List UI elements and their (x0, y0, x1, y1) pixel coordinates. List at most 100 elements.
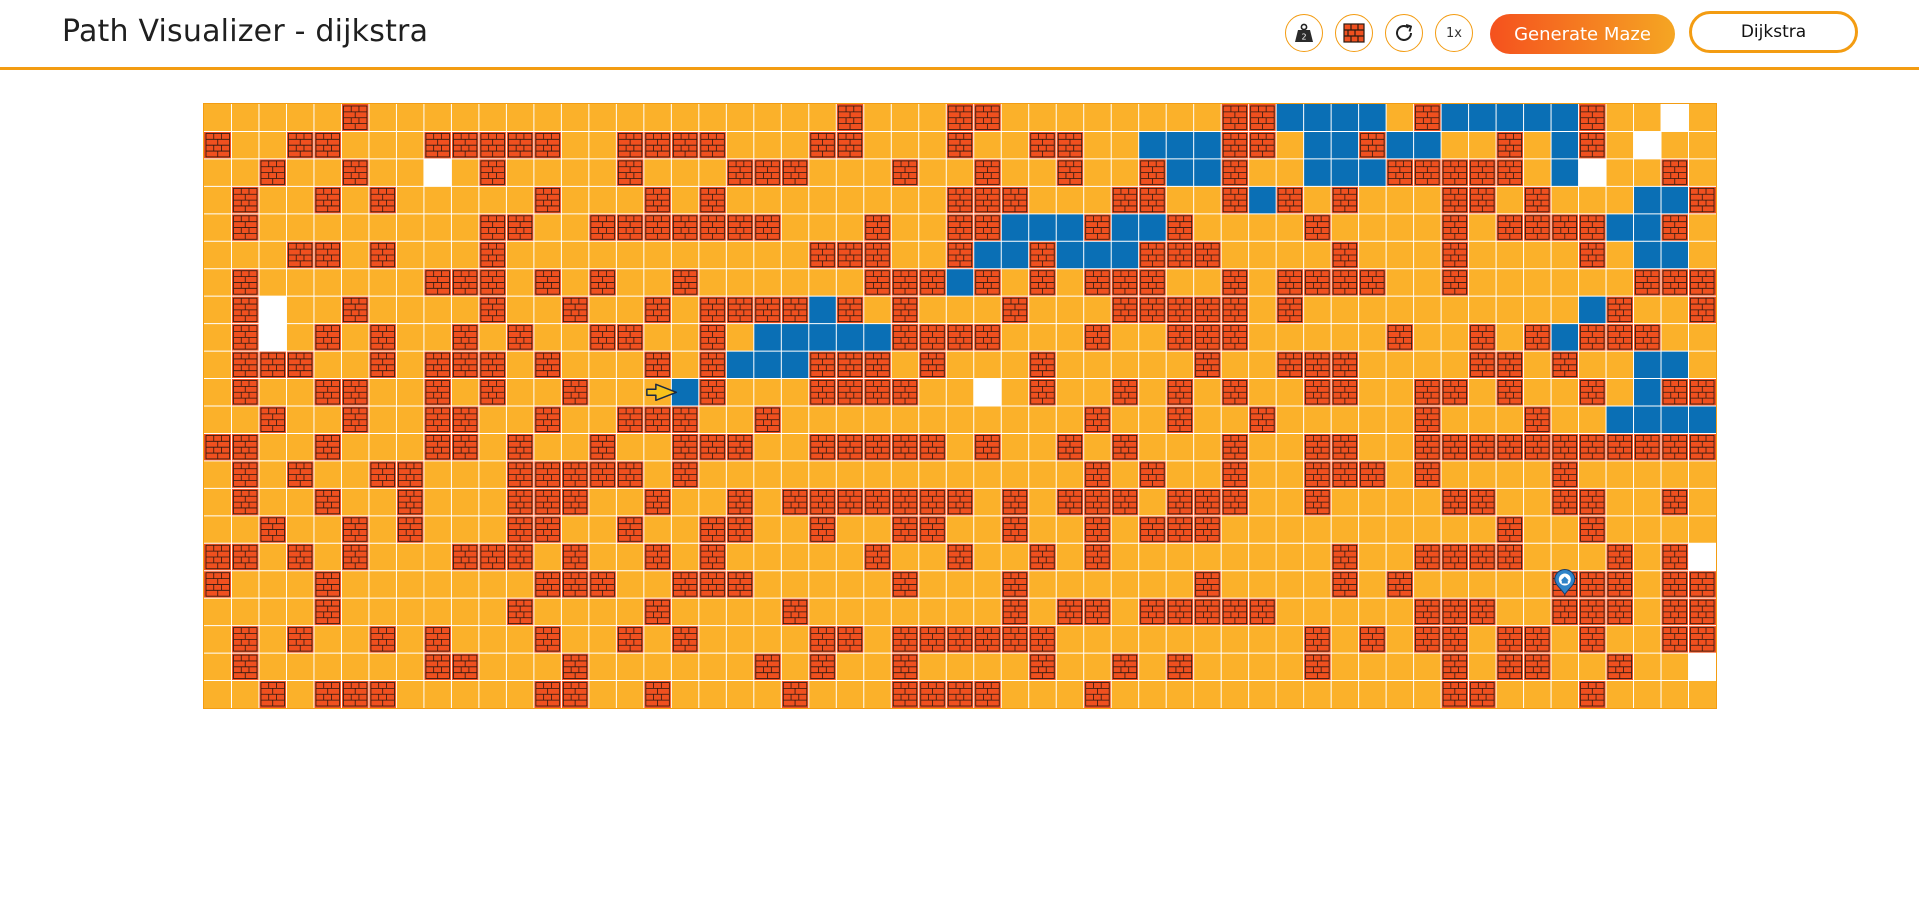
grid-cell[interactable] (1688, 213, 1716, 242)
grid-cell[interactable] (616, 653, 644, 681)
grid-cell[interactable] (1248, 296, 1277, 324)
grid-cell[interactable] (1303, 186, 1332, 214)
grid-cell[interactable] (396, 323, 424, 352)
grid-cell[interactable] (1551, 543, 1579, 571)
grid-cell[interactable] (286, 213, 314, 242)
grid-cell[interactable] (753, 104, 782, 132)
grid-cell[interactable] (313, 653, 342, 681)
grid-cell[interactable] (1056, 323, 1084, 352)
grid-cell[interactable] (396, 104, 424, 132)
grid-cell[interactable] (1386, 378, 1414, 406)
grid-cell[interactable] (1248, 570, 1277, 599)
grid-cell[interactable] (1083, 433, 1112, 461)
grid-cell[interactable] (726, 598, 754, 626)
grid-cell[interactable] (1056, 186, 1084, 214)
grid-cell[interactable] (451, 680, 479, 708)
grid-cell[interactable] (946, 598, 974, 626)
grid-cell[interactable] (1331, 296, 1359, 324)
grid-cell[interactable] (1688, 158, 1716, 187)
grid-cell[interactable] (1221, 680, 1249, 708)
grid-cell[interactable] (1496, 680, 1524, 708)
path-cell[interactable] (1633, 186, 1662, 214)
grid-cell[interactable] (1358, 351, 1387, 379)
grid-cell[interactable] (1468, 406, 1497, 434)
grid-cell[interactable] (698, 158, 727, 187)
grid-cell[interactable] (1633, 296, 1662, 324)
grid-cell[interactable] (451, 488, 479, 516)
grid-cell[interactable] (1138, 406, 1167, 434)
grid-cell[interactable] (1413, 268, 1442, 297)
grid-cell[interactable] (946, 351, 974, 379)
grid-cell[interactable] (1276, 543, 1304, 571)
grid-cell[interactable] (1606, 104, 1634, 132)
grid-cell[interactable] (423, 460, 452, 489)
grid-cell[interactable] (533, 378, 562, 406)
grid-cell[interactable] (836, 598, 864, 626)
grid-cell[interactable] (258, 543, 287, 571)
grid-cell[interactable] (258, 598, 287, 626)
grid-cell[interactable] (1193, 460, 1222, 489)
grid-cell[interactable] (533, 653, 562, 681)
path-cell[interactable] (1633, 351, 1662, 379)
grid-cell[interactable] (423, 598, 452, 626)
path-cell[interactable] (1386, 131, 1414, 159)
grid-cell[interactable] (891, 131, 919, 159)
grid-cell[interactable] (781, 543, 809, 571)
grid-cell[interactable] (451, 378, 479, 406)
grid-cell[interactable] (286, 406, 314, 434)
generate-maze-button[interactable]: Generate Maze (1490, 14, 1675, 54)
grid-cell[interactable] (1551, 296, 1579, 324)
grid-cell[interactable] (313, 460, 342, 489)
grid-cell[interactable] (918, 543, 947, 571)
grid-cell[interactable] (1001, 378, 1029, 406)
grid-cell[interactable] (1386, 433, 1414, 461)
grid-cell[interactable] (396, 351, 424, 379)
grid-cell[interactable] (1523, 131, 1552, 159)
grid-cell[interactable] (588, 488, 617, 516)
grid-cell[interactable] (506, 625, 534, 654)
grid-cell[interactable] (836, 186, 864, 214)
weight-button[interactable]: 2 (1285, 14, 1323, 52)
grid-cell[interactable] (588, 131, 617, 159)
grid-cell[interactable] (588, 241, 617, 269)
grid-cell[interactable] (341, 433, 369, 461)
grid-cell[interactable] (451, 158, 479, 187)
grid-cell[interactable] (258, 625, 287, 654)
grid-cell[interactable] (1358, 543, 1387, 571)
grid-cell[interactable] (286, 158, 314, 187)
path-cell[interactable] (1083, 241, 1112, 269)
grid-cell[interactable] (231, 131, 259, 159)
grid-cell[interactable] (1001, 268, 1029, 297)
grid-cell[interactable] (1028, 296, 1057, 324)
grid-cell[interactable] (1276, 158, 1304, 187)
grid-cell[interactable] (423, 323, 452, 352)
grid-cell[interactable] (1083, 104, 1112, 132)
grid-cell[interactable] (918, 460, 947, 489)
path-cell[interactable] (781, 351, 809, 379)
grid-cell[interactable] (1001, 406, 1029, 434)
grid-cell[interactable] (588, 378, 617, 406)
grid-cell[interactable] (671, 296, 699, 324)
grid-cell[interactable] (423, 104, 452, 132)
path-cell[interactable] (1331, 104, 1359, 132)
grid-cell[interactable] (1056, 460, 1084, 489)
grid-cell[interactable] (1193, 378, 1222, 406)
path-cell[interactable] (973, 241, 1002, 269)
grid-cell[interactable] (1661, 323, 1689, 352)
grid-cell[interactable] (1138, 488, 1167, 516)
grid-cell[interactable] (1468, 213, 1497, 242)
grid-cell[interactable] (1606, 186, 1634, 214)
grid-cell[interactable] (1358, 186, 1387, 214)
grid-cell[interactable] (231, 104, 259, 132)
grid-cell[interactable] (1138, 543, 1167, 571)
grid-cell[interactable] (1111, 625, 1139, 654)
grid-cell[interactable] (1551, 268, 1579, 297)
grid-cell[interactable] (918, 598, 947, 626)
grid-cell[interactable] (1276, 625, 1304, 654)
grid-cell[interactable] (616, 296, 644, 324)
grid-cell[interactable] (1441, 296, 1469, 324)
grid-cell[interactable] (1056, 543, 1084, 571)
grid-cell[interactable] (1028, 460, 1057, 489)
grid-cell[interactable] (1221, 241, 1249, 269)
grid-cell[interactable] (1276, 570, 1304, 599)
